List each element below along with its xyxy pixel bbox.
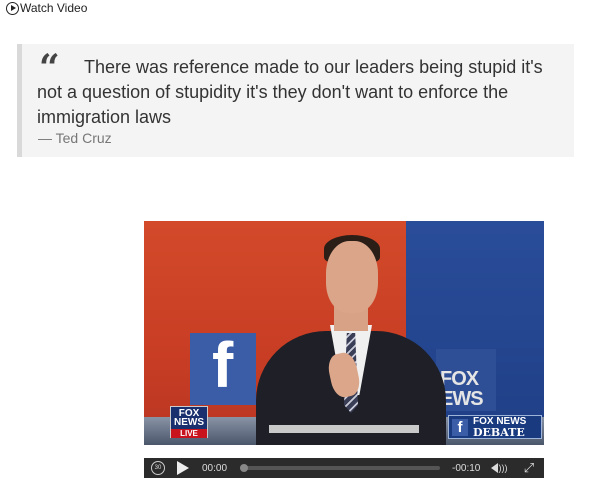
quote-author: — Ted Cruz [38, 130, 112, 146]
speaker-icon [490, 463, 498, 473]
scrub-track [240, 464, 440, 472]
volume-button[interactable]: ))) [490, 458, 508, 478]
play-button[interactable] [174, 458, 192, 478]
volume-waves-icon: ))) [498, 463, 508, 473]
rewind-30-button[interactable]: 30 [149, 458, 167, 478]
remaining-time: -00:10 [452, 462, 481, 474]
facebook-logo: f [212, 329, 234, 401]
watch-video-label: Watch Video [20, 1, 88, 15]
scrub-bar[interactable] [240, 458, 440, 478]
desk-edge [269, 425, 419, 433]
rewind-icon: 30 [151, 461, 165, 475]
fox-news-debate-bug: f FOX NEWS DEBATE [448, 415, 542, 439]
video-controls: 30 00:00 -00:10 ))) ⤢ [144, 458, 544, 478]
fox-news-live-bug: FOX NEWS LIVE [170, 406, 208, 438]
live-bug-text: LIVE [171, 429, 207, 438]
quote-text: There was reference made to our leaders … [37, 57, 543, 127]
watch-video-link[interactable]: Watch Video [6, 1, 87, 15]
fullscreen-icon: ⤢ [523, 460, 535, 475]
fox-news-bug-text: FOX NEWS [174, 408, 204, 428]
current-time: 00:00 [202, 462, 228, 474]
facebook-icon: f [452, 419, 468, 436]
head [326, 241, 378, 313]
scrub-handle[interactable] [240, 464, 248, 472]
pull-quote: “ There was reference made to our leader… [17, 44, 574, 157]
fullscreen-button[interactable]: ⤢ [520, 458, 538, 478]
play-circle-icon [6, 1, 19, 15]
play-icon [177, 461, 189, 475]
speaker-figure [234, 221, 454, 445]
debate-bug-line2: DEBATE [473, 426, 525, 439]
video-frame[interactable]: f FOX EWS FOX NEWS LIVE f FOX NEWS DEBATE [144, 221, 544, 445]
